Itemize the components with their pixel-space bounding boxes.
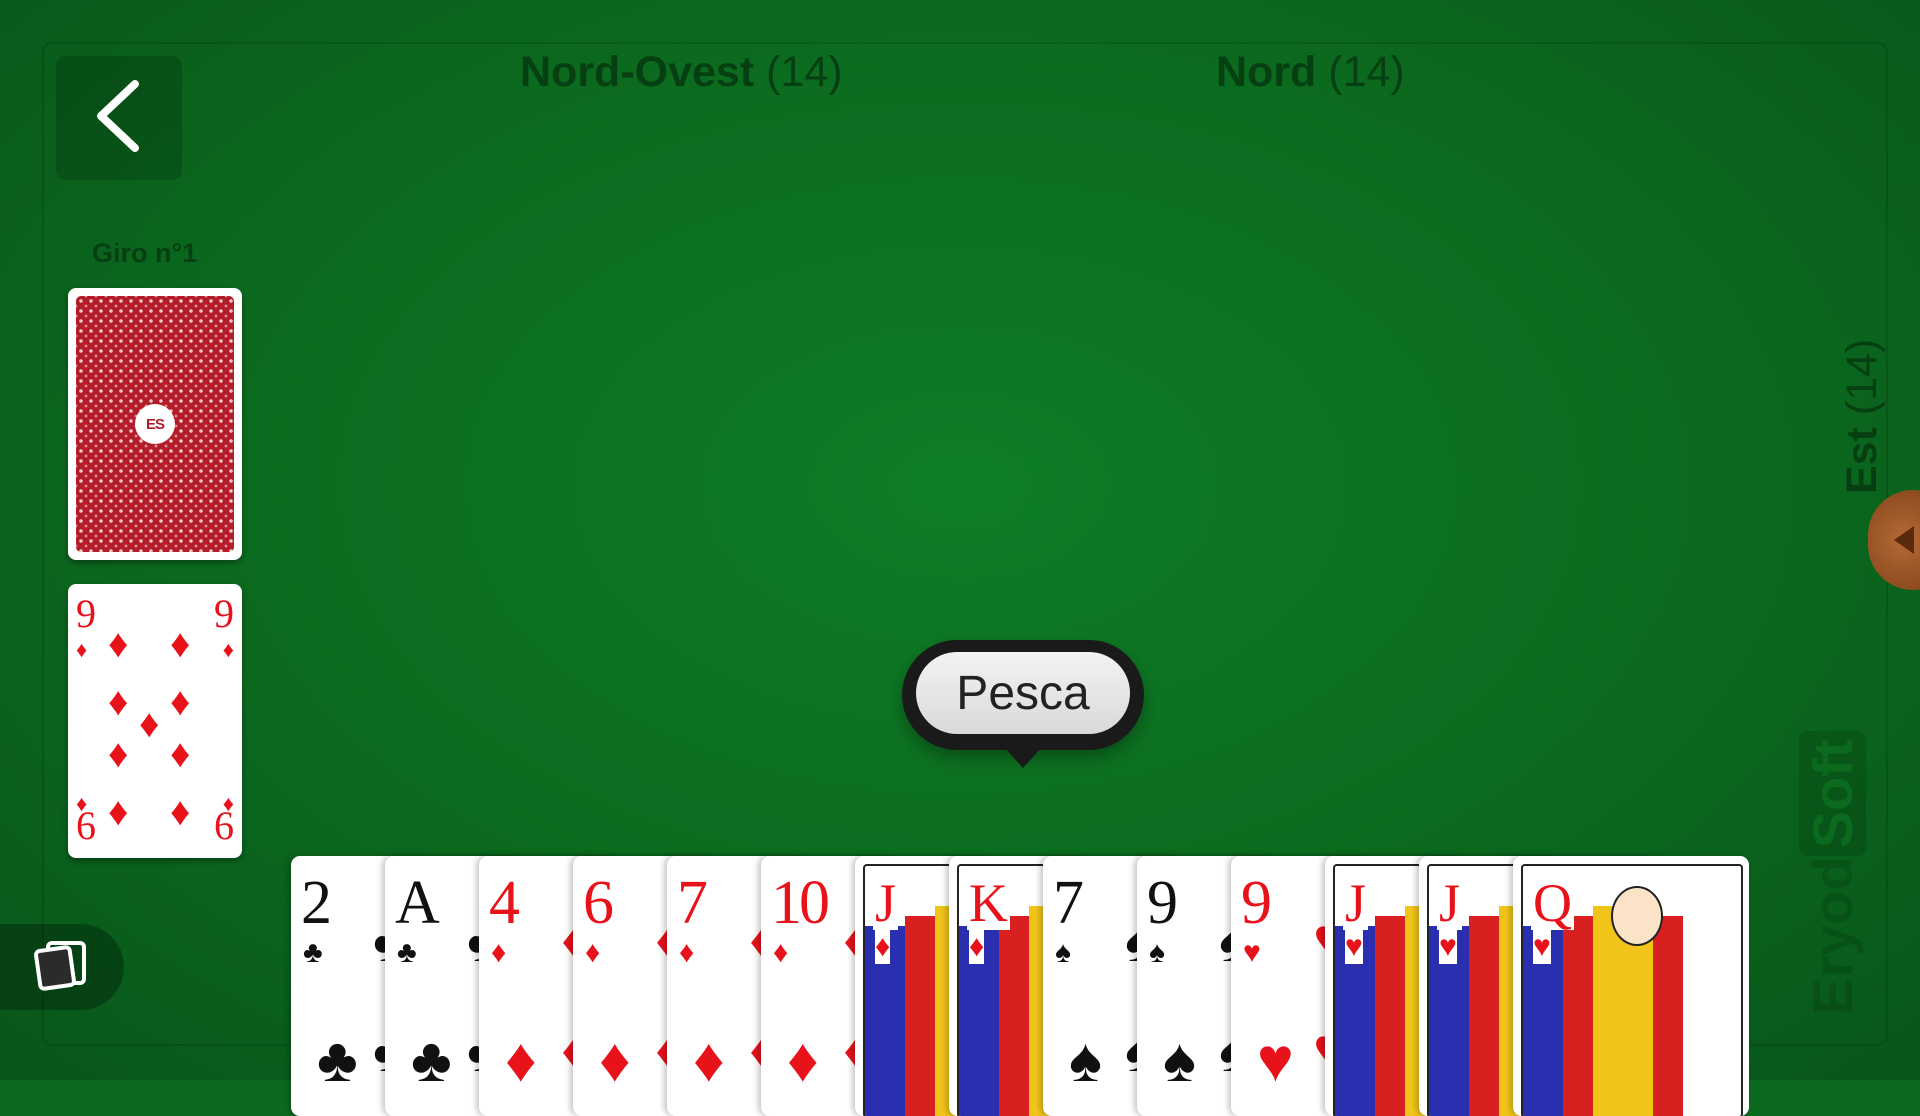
discard-pile-card[interactable]: 9 9 ♦ ♦ ♦ ♦ ♦ ♦ ♦ ♦ ♦ ♦ ♦ ♦ ♦ 6 6 — [68, 584, 242, 858]
triangle-left-icon — [1894, 526, 1914, 554]
card-rank: 6 — [583, 869, 614, 937]
chevron-left-icon — [89, 76, 149, 161]
card-rank: 7 — [1053, 869, 1084, 937]
diamond-icon: ♦ — [170, 732, 191, 776]
heart-icon: ♥ — [1257, 1026, 1294, 1095]
court-card-art: Q ♥ — [1521, 864, 1743, 1116]
diamond-icon: ♦ — [585, 936, 601, 969]
diamond-icon: ♦ — [875, 930, 891, 964]
heart-icon: ♥ — [1243, 936, 1261, 969]
diamond-icon: ♦ — [491, 936, 507, 969]
back-button[interactable] — [56, 56, 182, 180]
card-rank: K — [967, 873, 1010, 933]
court-figure-face — [1611, 886, 1663, 946]
card-rank: J — [1437, 873, 1463, 933]
draw-pile[interactable]: ES — [68, 288, 242, 560]
heart-icon: ♥ — [1439, 930, 1457, 964]
diamond-icon: ♦ — [170, 790, 191, 834]
side-menu-button[interactable] — [0, 924, 124, 1010]
club-icon: ♣ — [397, 936, 417, 969]
diamond-icon: ♦ — [170, 622, 191, 666]
card-rank: 4 — [489, 869, 520, 937]
draw-prompt[interactable]: Pesca — [902, 640, 1144, 778]
player-card-count: (14) — [1838, 338, 1886, 416]
diamond-icon: ♦ — [108, 732, 129, 776]
heart-icon: ♥ — [1533, 930, 1551, 964]
card-rank: 9 — [214, 591, 234, 636]
card-rank: J — [1343, 873, 1369, 933]
card-rank: 10 — [771, 869, 830, 937]
diamond-icon: ♦ — [76, 637, 88, 662]
card-rank: 6 — [76, 803, 96, 848]
club-icon: ♣ — [411, 1026, 452, 1095]
player-name: Nord-Ovest — [520, 48, 755, 96]
player-label-north: Nord (14) — [1216, 48, 1405, 97]
heart-icon: ♥ — [1345, 930, 1363, 964]
player-label-north-west: Nord-Ovest (14) — [520, 48, 843, 97]
card-rank: Q — [1531, 873, 1574, 933]
brand-watermark: EryodSoft — [1799, 731, 1866, 1015]
draw-button-label: Pesca — [916, 652, 1130, 734]
diamond-icon: ♦ — [787, 1026, 819, 1095]
hand-card[interactable]: Q ♥ — [1513, 856, 1749, 1116]
diamond-icon: ♦ — [108, 622, 129, 666]
diamond-icon: ♦ — [969, 930, 985, 964]
bubble-tail — [1003, 746, 1043, 768]
diamond-icon: ♦ — [108, 680, 129, 724]
diamond-icon: ♦ — [170, 680, 191, 724]
diamond-icon: ♦ — [599, 1026, 631, 1095]
diamond-icon: ♦ — [139, 702, 160, 746]
card-back-logo: ES — [135, 404, 175, 444]
diamond-icon: ♦ — [773, 936, 789, 969]
card-rank: A — [395, 869, 440, 937]
card-rank: 9 — [76, 591, 96, 636]
diamond-icon: ♦ — [679, 936, 695, 969]
card-rank: 9 — [1241, 869, 1272, 937]
card-rank: 7 — [677, 869, 708, 937]
watermark-text: Eryod — [1801, 856, 1864, 1015]
player-name: Est — [1838, 427, 1886, 494]
player-card-count: (14) — [766, 48, 843, 96]
diamond-icon: ♦ — [222, 637, 234, 662]
club-icon: ♣ — [303, 936, 323, 969]
diamond-icon: ♦ — [108, 790, 129, 834]
diamond-icon: ♦ — [693, 1026, 725, 1095]
club-icon: ♣ — [317, 1026, 358, 1095]
diamond-icon: ♦ — [505, 1026, 537, 1095]
cards-stack-icon — [30, 939, 94, 996]
player-card-count: (14) — [1328, 48, 1405, 96]
spade-icon: ♠ — [1149, 936, 1165, 969]
player-name: Nord — [1216, 48, 1317, 96]
spade-icon: ♠ — [1163, 1026, 1196, 1095]
round-label: Giro n°1 — [92, 238, 198, 268]
spade-icon: ♠ — [1055, 936, 1071, 969]
card-rank: J — [873, 873, 899, 933]
player-label-east: Est (14) — [1838, 339, 1887, 494]
card-rank: 2 — [301, 869, 332, 937]
spade-icon: ♠ — [1069, 1026, 1102, 1095]
watermark-text: Soft — [1799, 731, 1866, 857]
card-rank: 6 — [214, 803, 234, 848]
draw-button[interactable]: Pesca — [902, 640, 1144, 750]
card-rank: 9 — [1147, 869, 1178, 937]
